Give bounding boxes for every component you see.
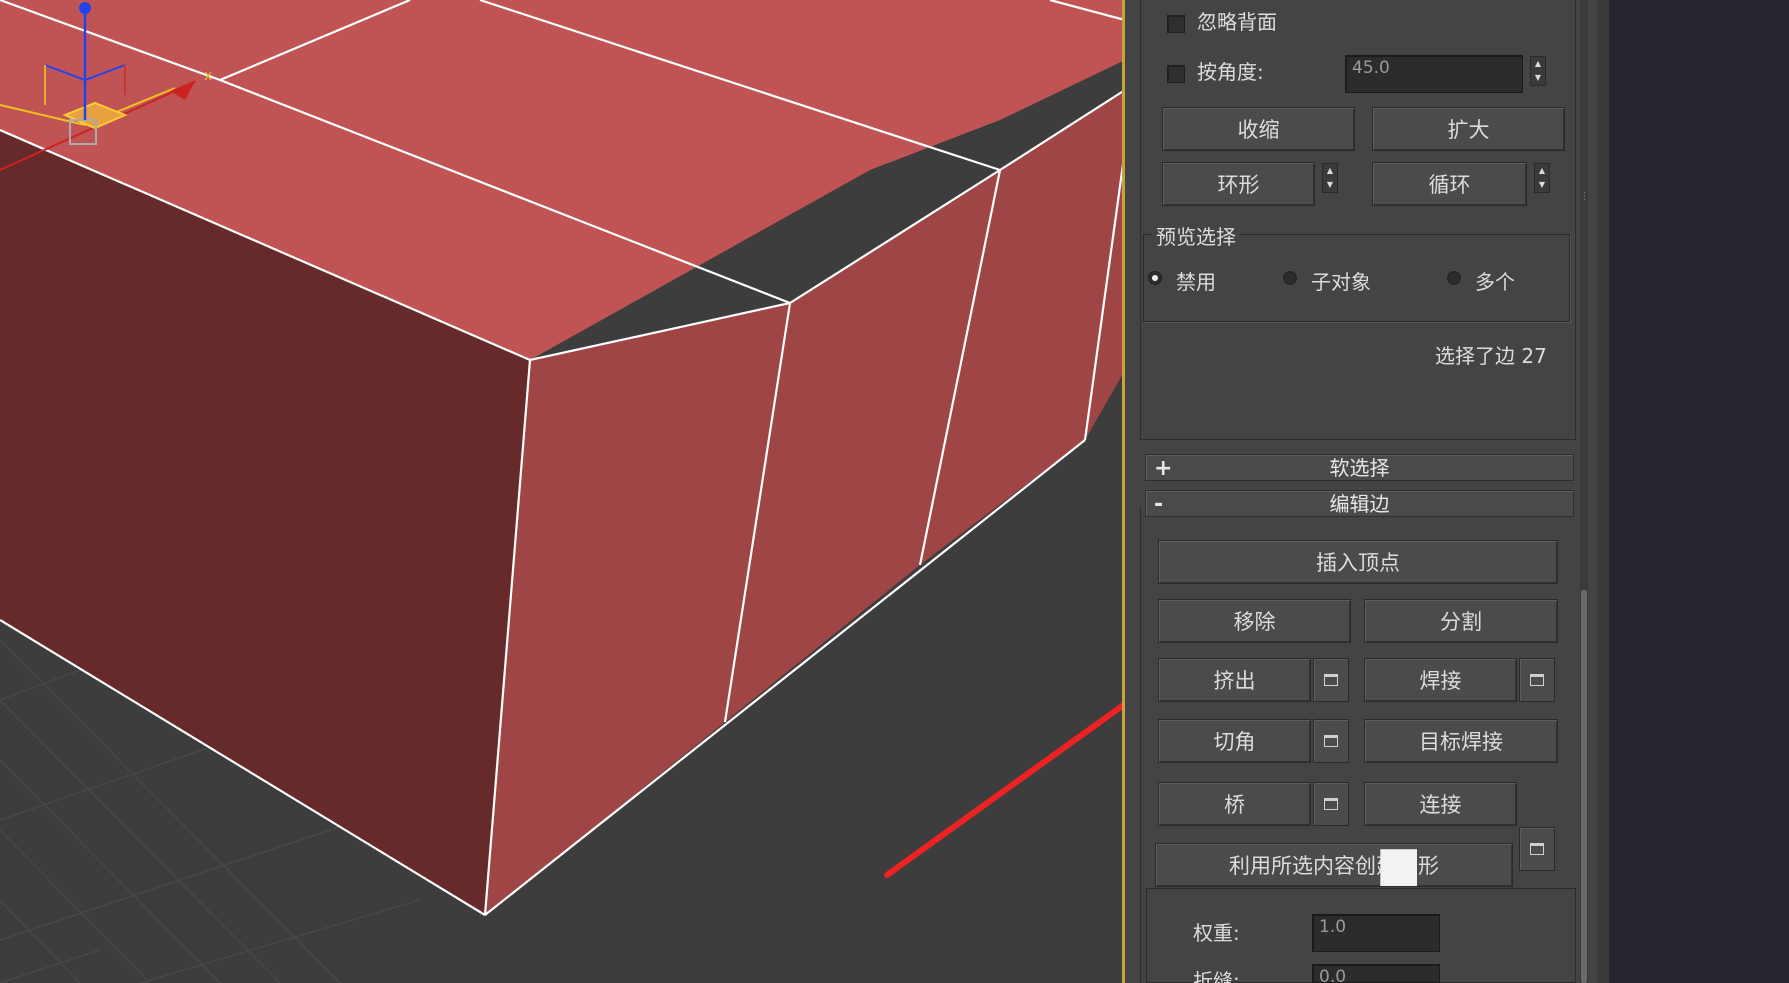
bridge-settings-button[interactable] — [1313, 782, 1349, 826]
preview-subobject-label: 子对象 — [1311, 270, 1371, 294]
soft-selection-rollout-header[interactable]: + 软选择 — [1145, 454, 1574, 481]
ring-spinner[interactable]: ▲ ▼ — [1322, 163, 1338, 193]
settings-window-icon — [1530, 843, 1544, 855]
remove-button[interactable]: 移除 — [1158, 599, 1351, 643]
bridge-button[interactable]: 桥 — [1158, 782, 1311, 826]
by-angle-spinner[interactable]: ▲ ▼ — [1530, 56, 1546, 86]
preview-selection-title: 预览选择 — [1152, 221, 1240, 250]
target-weld-button[interactable]: 目标焊接 — [1364, 719, 1558, 763]
connect-settings-button[interactable] — [1519, 827, 1555, 871]
soft-selection-title: 软选择 — [1329, 456, 1390, 480]
settings-window-icon — [1324, 798, 1338, 810]
split-button[interactable]: 分割 — [1364, 599, 1558, 643]
by-angle-field[interactable]: 45.0 — [1345, 55, 1523, 93]
preview-multi-radio[interactable] — [1447, 271, 1461, 285]
preview-off-radio[interactable] — [1148, 271, 1162, 285]
preview-multi-label: 多个 — [1475, 270, 1515, 294]
viewport[interactable]: x — [0, 0, 1125, 983]
loop-spinner[interactable]: ▲ ▼ — [1534, 163, 1550, 193]
insert-vertex-button[interactable]: 插入顶点 — [1158, 540, 1558, 584]
extrude-button[interactable]: 挤出 — [1158, 658, 1311, 702]
grow-button[interactable]: 扩大 — [1372, 107, 1565, 151]
connect-button[interactable]: 连接 — [1364, 782, 1517, 826]
settings-window-icon — [1530, 674, 1544, 686]
settings-window-icon — [1324, 735, 1338, 747]
ring-button[interactable]: 环形 — [1162, 162, 1315, 206]
selection-status: 选择了边 27 — [1435, 344, 1547, 368]
weld-settings-button[interactable] — [1519, 658, 1555, 702]
extrude-settings-button[interactable] — [1313, 658, 1349, 702]
panel-grip-icon[interactable]: ⋮ — [1580, 193, 1589, 215]
preview-off-label: 禁用 — [1176, 270, 1216, 294]
ignore-backfacing-checkbox[interactable] — [1167, 15, 1185, 33]
viewport-scene: x — [0, 0, 1125, 983]
gizmo-x-label: x — [204, 68, 212, 84]
panel-scrollbar-thumb[interactable] — [1581, 590, 1587, 983]
panel-edge — [1597, 0, 1609, 983]
create-shape-button[interactable]: 利用所选内容创建图形 — [1155, 843, 1513, 887]
by-angle-label: 按角度: — [1197, 60, 1264, 84]
settings-window-icon — [1324, 674, 1338, 686]
shrink-button[interactable]: 收缩 — [1162, 107, 1355, 151]
ignore-backfacing-label: 忽略背面 — [1197, 10, 1277, 34]
crease-label: 折缝: — [1193, 969, 1240, 983]
right-background — [1609, 0, 1789, 983]
weight-field[interactable]: 1.0 — [1312, 914, 1440, 952]
preview-subobject-radio[interactable] — [1283, 271, 1297, 285]
watermark-logo: ■ — [1376, 836, 1422, 892]
weld-button[interactable]: 焊接 — [1364, 658, 1517, 702]
chamfer-button[interactable]: 切角 — [1158, 719, 1311, 763]
crease-field[interactable]: 0.0 — [1312, 964, 1440, 983]
weight-label: 权重: — [1193, 921, 1240, 945]
annotation-arrow-icon — [884, 700, 1125, 878]
by-angle-checkbox[interactable] — [1167, 65, 1185, 83]
loop-button[interactable]: 循环 — [1372, 162, 1527, 206]
chamfer-settings-button[interactable] — [1313, 719, 1349, 763]
